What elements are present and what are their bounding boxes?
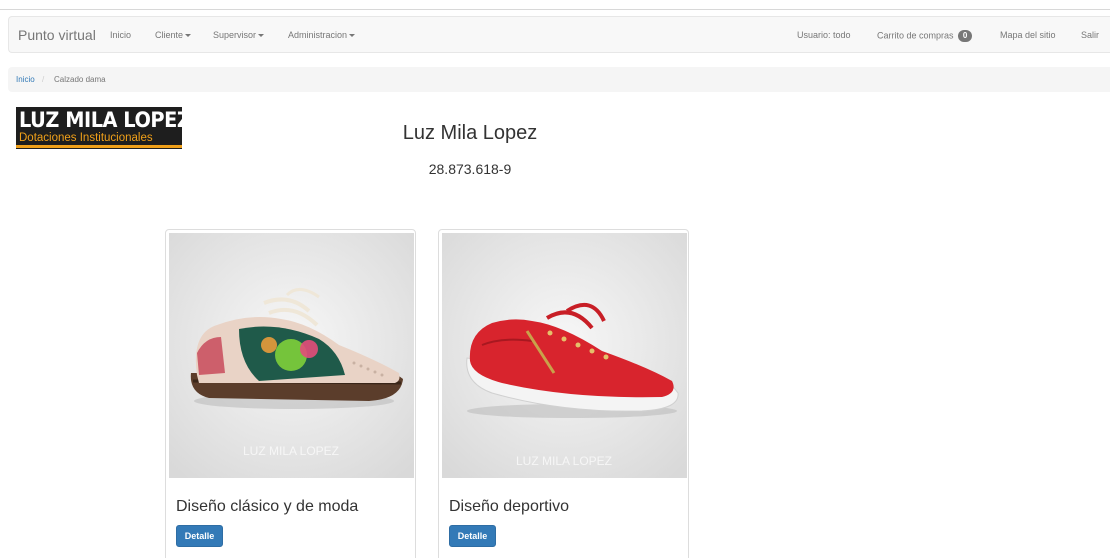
- product-image-classic-shoe[interactable]: LUZ MILA LOPEZ: [169, 233, 414, 478]
- nav-item-label: Administracion: [288, 30, 348, 40]
- navbar-brand[interactable]: Punto virtual: [18, 27, 96, 43]
- caret-down-icon: [185, 34, 192, 38]
- product-title: Diseño clásico y de moda: [176, 498, 359, 515]
- cart-label: Carrito de compras: [877, 30, 954, 41]
- shoe-image: LUZ MILA LOPEZ: [169, 233, 414, 478]
- shoe-image: LUZ MILA LOPEZ: [442, 233, 687, 478]
- store-nit: 28.873.618-9: [428, 161, 512, 177]
- breadcrumb-current: Calzado dama: [54, 75, 106, 84]
- image-watermark: LUZ MILA LOPEZ: [516, 454, 612, 468]
- nav-sitemap[interactable]: Mapa del sitio: [1000, 30, 1056, 40]
- logo-accent-bar: [16, 145, 182, 148]
- caret-down-icon: [349, 34, 356, 38]
- product-image-sport-shoe[interactable]: LUZ MILA LOPEZ: [442, 233, 687, 478]
- product-card: LUZ MILA LOPEZ Diseño deportivo Detalle: [438, 229, 689, 558]
- nav-item-cliente[interactable]: Cliente: [155, 30, 192, 40]
- nav-item-supervisor[interactable]: Supervisor: [213, 30, 265, 40]
- cart-count-badge: 0: [958, 30, 973, 42]
- product-title: Diseño deportivo: [449, 498, 570, 515]
- detail-button[interactable]: Detalle: [176, 525, 223, 547]
- nav-cart[interactable]: Carrito de compras 0: [877, 30, 973, 42]
- caret-down-icon: [258, 34, 265, 38]
- nav-logout[interactable]: Salir: [1081, 30, 1099, 40]
- detail-button[interactable]: Detalle: [449, 525, 496, 547]
- nav-item-label: Supervisor: [213, 30, 257, 40]
- store-name: Luz Mila Lopez: [402, 122, 538, 144]
- breadcrumb-home-link[interactable]: Inicio: [16, 75, 35, 84]
- product-card: LUZ MILA LOPEZ Diseño clásico y de moda …: [165, 229, 416, 558]
- nav-item-label: Inicio: [110, 30, 132, 40]
- image-watermark: LUZ MILA LOPEZ: [243, 444, 339, 458]
- breadcrumb: Inicio / Calzado dama: [8, 67, 1110, 92]
- top-divider: [0, 9, 1110, 10]
- nav-item-administracion[interactable]: Administracion: [288, 30, 356, 40]
- nav-item-inicio[interactable]: Inicio: [110, 30, 131, 40]
- breadcrumb-separator: /: [42, 75, 45, 84]
- nav-user[interactable]: Usuario: todo: [797, 30, 851, 40]
- nav-item-label: Cliente: [155, 30, 184, 40]
- navbar: Punto virtual Inicio Cliente Supervisor …: [8, 16, 1110, 53]
